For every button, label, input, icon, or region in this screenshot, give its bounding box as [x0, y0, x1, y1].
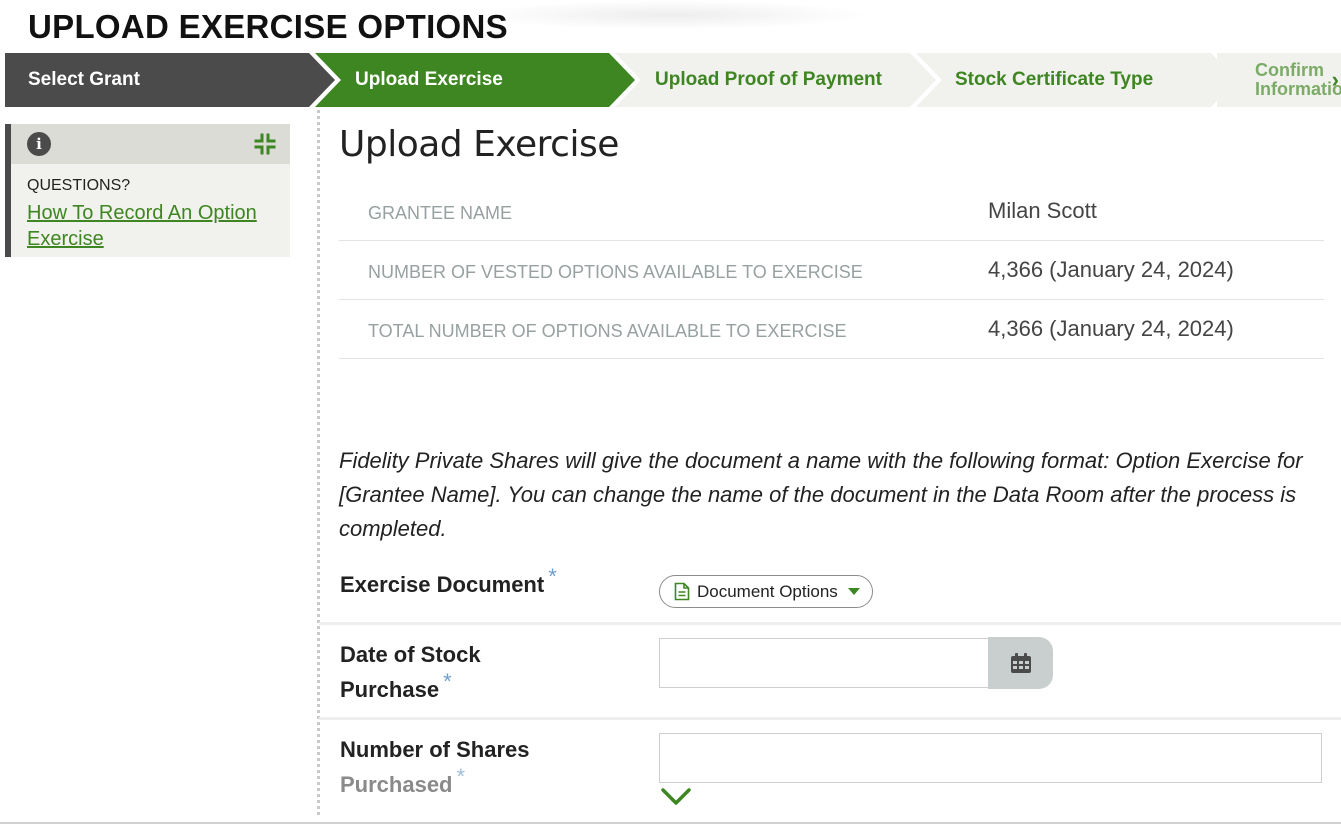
info-row-total: TOTAL NUMBER OF OPTIONS AVAILABLE TO EXE… — [339, 300, 1324, 359]
step-label: Confirm Information — [1255, 60, 1341, 99]
collapse-icon[interactable] — [254, 133, 276, 155]
help-question-label: QUESTIONS? — [27, 177, 131, 194]
label-line-1: Date of Stock — [340, 642, 481, 667]
document-name-note: Fidelity Private Shares will give the do… — [339, 448, 1303, 541]
chevron-right-icon[interactable]: › — [1332, 67, 1339, 93]
info-key: GRANTEE NAME — [368, 203, 513, 223]
label-line-1: Number of Shares — [340, 737, 530, 762]
step-confirm-information[interactable]: Confirm Information › — [1217, 53, 1341, 107]
section-title: Upload Exercise — [339, 124, 619, 165]
bottom-border — [0, 822, 1341, 824]
vertical-divider — [317, 110, 320, 815]
grant-info-table: GRANTEE NAME Milan Scott NUMBER OF VESTE… — [339, 182, 1324, 359]
document-icon — [674, 582, 690, 601]
required-mark: * — [443, 669, 452, 694]
required-mark: * — [456, 764, 466, 789]
step-label: Stock Certificate Type — [955, 69, 1154, 90]
chevron-down-icon[interactable] — [660, 786, 692, 808]
label-line-2: Purchased — [340, 772, 453, 797]
step-select-grant[interactable]: Select Grant — [5, 53, 340, 107]
info-key: TOTAL NUMBER OF OPTIONS AVAILABLE TO EXE… — [368, 321, 847, 341]
help-panel: i QUESTIONS? How To Record An Option Exe… — [5, 124, 290, 257]
label-line-2: Purchase — [340, 677, 440, 702]
step-label: Upload Proof of Payment — [655, 69, 882, 90]
info-value: 4,366 (January 24, 2024) — [988, 316, 1234, 341]
step-label: Upload Exercise — [355, 69, 503, 90]
info-row-grantee: GRANTEE NAME Milan Scott — [339, 182, 1324, 241]
label-text: Exercise Document — [340, 572, 545, 597]
required-mark: * — [548, 564, 557, 589]
info-row-vested: NUMBER OF VESTED OPTIONS AVAILABLE TO EX… — [339, 241, 1324, 300]
number-of-shares-input[interactable] — [659, 733, 1322, 783]
how-to-record-link[interactable]: How To Record An Option Exercise — [27, 200, 277, 252]
number-of-shares-label: Number of Shares Purchased * — [340, 732, 530, 802]
calendar-icon — [1010, 653, 1031, 673]
form-separator — [319, 622, 1341, 625]
document-options-label: Document Options — [697, 581, 838, 601]
date-of-purchase-label: Date of Stock Purchase * — [340, 637, 481, 707]
progress-stepper: Select Grant Upload Exercise Upload Proo… — [5, 53, 1341, 107]
help-panel-header: i — [11, 124, 290, 164]
date-of-purchase-input[interactable] — [659, 638, 990, 688]
exercise-document-label: Exercise Document * — [340, 564, 557, 602]
info-icon: i — [27, 132, 51, 156]
title-shadow — [470, 0, 870, 30]
info-value: Milan Scott — [988, 198, 1097, 223]
step-stock-certificate-type[interactable]: Stock Certificate Type — [916, 53, 1242, 107]
caret-down-icon — [847, 588, 860, 595]
step-upload-exercise[interactable]: Upload Exercise — [315, 53, 640, 107]
info-value: 4,366 (January 24, 2024) — [988, 257, 1234, 282]
info-key: NUMBER OF VESTED OPTIONS AVAILABLE TO EX… — [368, 262, 863, 282]
form-separator — [319, 717, 1341, 720]
step-label: Select Grant — [28, 69, 140, 90]
calendar-button[interactable] — [988, 637, 1053, 689]
document-options-button[interactable]: Document Options — [659, 575, 873, 608]
step-upload-proof-of-payment[interactable]: Upload Proof of Payment — [615, 53, 941, 107]
page-title: UPLOAD EXERCISE OPTIONS — [28, 8, 508, 45]
